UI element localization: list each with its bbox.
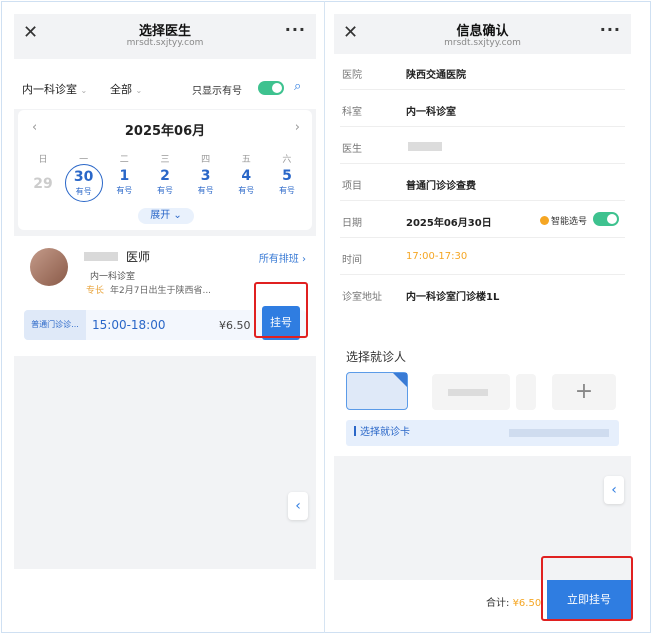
only-available-toggle[interactable] [258, 81, 284, 95]
all-schedules-link[interactable]: 所有排班 › [259, 250, 306, 265]
info-row-item: 项目 普通门诊诊查费 [340, 165, 625, 201]
info-value: 17:00-17:30 [406, 251, 468, 262]
highlight-box-register-now [541, 556, 633, 621]
patient-card-selected[interactable] [346, 372, 408, 410]
info-label: 科室 [342, 107, 362, 118]
info-label: 医生 [342, 144, 362, 155]
right-phone-screen: ✕ 信息确认 mrsdt.sxjtyy.com ··· 医院 陕西交通医院 科室… [334, 14, 631, 620]
info-label: 项目 [342, 181, 362, 192]
info-row-department: 科室 内一科诊室 [340, 91, 625, 127]
left-top-bar: ✕ 选择医生 mrsdt.sxjtyy.com ··· [14, 14, 316, 54]
doctor-avatar [30, 248, 68, 286]
card-number-redacted [509, 429, 609, 437]
calendar-month: 2025年06月 [124, 124, 206, 139]
calendar-day-selected[interactable]: 30 有号 [64, 164, 103, 202]
select-card-field[interactable]: 选择就诊卡 [346, 420, 619, 446]
page-title: 信息确认 [456, 24, 509, 39]
patient-section-title: 选择就诊人 [346, 350, 407, 364]
info-value: 普通门诊诊查费 [406, 181, 476, 192]
scope-filter[interactable]: 全部 ⌄ [110, 81, 142, 97]
page-title: 选择医生 [138, 24, 191, 39]
calendar-day[interactable]: 2 有号 [146, 164, 184, 202]
info-value: 陕西交通医院 [406, 70, 466, 81]
doctor-name-redacted [84, 252, 118, 261]
more-icon[interactable]: ··· [285, 20, 306, 39]
specialty-label: 专长 [86, 286, 105, 296]
calendar-days: 29 30 有号 1 有号 2 有号 3 有号 4 有号 5 有号 [24, 164, 306, 202]
smart-select-label: 智能选号 [539, 214, 587, 227]
info-label: 日期 [342, 218, 362, 229]
doctor-name-redacted [408, 142, 442, 151]
calendar-day[interactable]: 5 有号 [268, 164, 306, 202]
specialty-text: 年2月7日出生于陕西省... [110, 286, 212, 296]
info-row-doctor: 医生 [340, 128, 625, 164]
calendar-day[interactable]: 4 有号 [227, 164, 265, 202]
date-calendar: ‹ 2025年06月 › 日 一 二 三 四 五 六 29 30 有号 1 有号 2… [18, 110, 312, 230]
search-icon[interactable]: ⌕ [294, 79, 301, 94]
chevron-right-icon: › [302, 254, 306, 265]
total-amount: 合计: ¥6.50 [486, 598, 542, 609]
chevron-down-icon: ⌄ [173, 210, 182, 221]
chevron-down-icon: ⌄ [80, 86, 88, 95]
info-row-hospital: 医院 陕西交通医院 [340, 54, 625, 90]
next-month-icon[interactable]: › [295, 120, 300, 135]
department-filter[interactable]: 内一科诊室 ⌄ [22, 81, 87, 97]
info-label: 诊室地址 [342, 292, 382, 303]
slot-type: 普通门诊诊... [24, 310, 86, 340]
page-url: mrsdt.sxjtyy.com [444, 38, 521, 48]
check-icon [393, 373, 407, 387]
info-value: 2025年06月30日 [406, 218, 492, 229]
patient-card[interactable] [432, 374, 510, 410]
doctor-title: 医师 [126, 250, 151, 264]
info-value: 内一科诊室 [406, 107, 456, 118]
more-icon[interactable]: ··· [600, 20, 621, 39]
doctor-department: 内一科诊室 [90, 272, 136, 282]
calendar-day[interactable]: 1 有号 [105, 164, 143, 202]
chevron-left-icon[interactable]: ‹ [288, 492, 308, 520]
appointment-info: 医院 陕西交通医院 科室 内一科诊室 医生 项目 普通门诊诊查费 日期 2025… [334, 54, 631, 336]
bar-marker [354, 426, 356, 436]
patient-card[interactable] [516, 374, 536, 410]
patient-section: 选择就诊人 + 选择就诊卡 [334, 336, 631, 456]
info-row-address: 诊室地址 内一科诊室门诊楼1L [340, 276, 625, 312]
slot-price: ¥6.50 [219, 319, 251, 332]
info-value: 内一科诊室门诊楼1L [406, 292, 500, 303]
expand-calendar-button[interactable]: 展开 ⌄ [138, 208, 194, 224]
calendar-day[interactable]: 3 有号 [187, 164, 225, 202]
add-patient-button[interactable]: + [552, 374, 616, 410]
info-row-time: 时间 17:00-17:30 [340, 239, 625, 275]
chevron-down-icon: ⌄ [135, 86, 143, 95]
right-top-bar: ✕ 信息确认 mrsdt.sxjtyy.com ··· [334, 14, 631, 54]
chevron-left-icon[interactable]: ‹ [604, 476, 624, 504]
select-card-label: 选择就诊卡 [360, 427, 410, 438]
info-label: 时间 [342, 255, 362, 266]
panel-divider [324, 1, 325, 633]
smart-select-toggle[interactable] [593, 212, 619, 226]
slot-time: 15:00-18:00 [92, 318, 166, 332]
question-icon [539, 216, 549, 225]
page-url: mrsdt.sxjtyy.com [126, 38, 204, 48]
info-row-date: 日期 2025年06月30日 智能选号 [340, 202, 625, 238]
only-available-label: 只显示有号 [192, 86, 242, 97]
calendar-day: 29 [33, 176, 53, 192]
info-label: 医院 [342, 70, 362, 81]
highlight-box-register [254, 282, 308, 338]
filter-bar: 内一科诊室 ⌄ 全部 ⌄ 只显示有号 ⌕ [14, 59, 316, 109]
